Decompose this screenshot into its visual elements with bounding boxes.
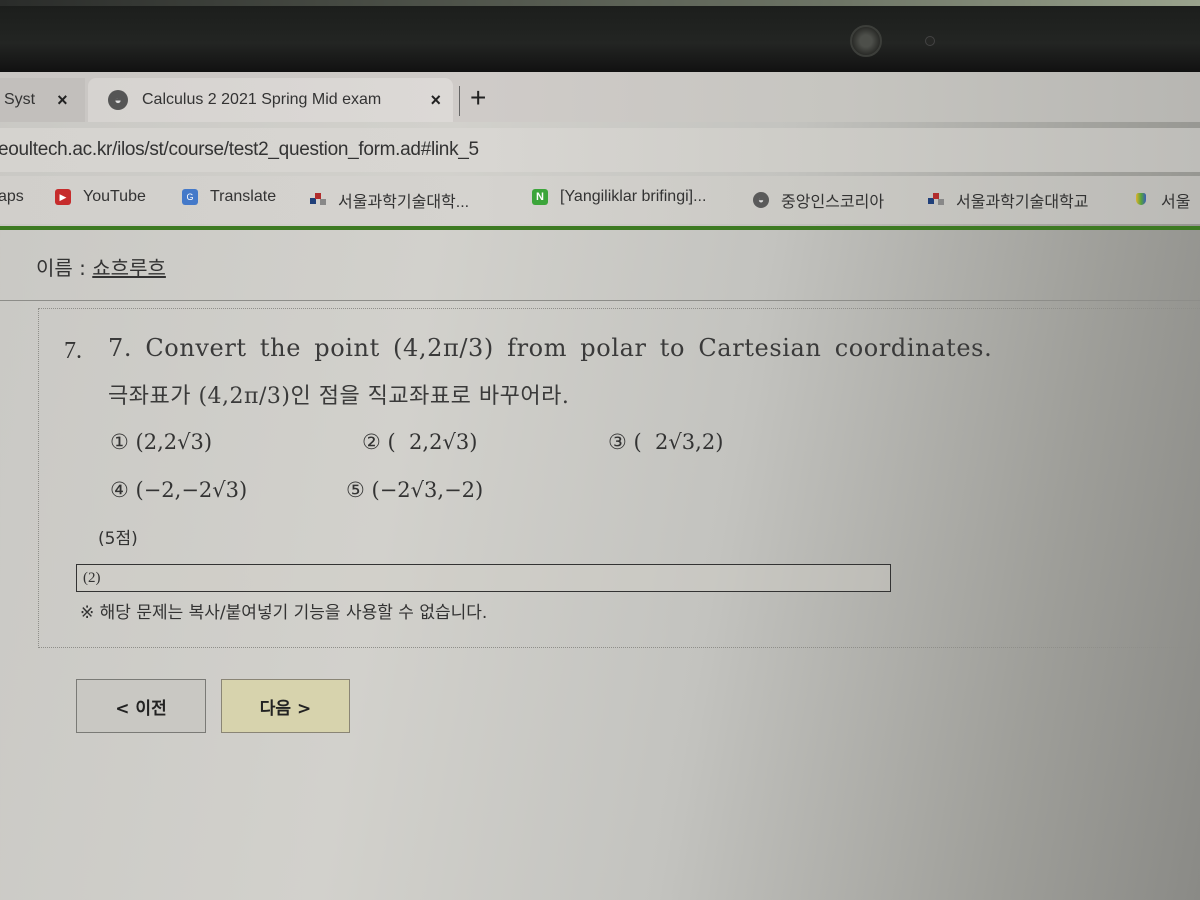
bookmark-seoultech[interactable]: 서울과학기술대학... [310,188,469,212]
screen-edge [0,0,1200,6]
bookmark-yangiliklar[interactable]: N [Yangiliklar brifingi]... [532,188,706,206]
globe-icon: ◒ [753,192,769,208]
close-icon[interactable]: × [430,90,441,111]
header-accent-line [0,226,1200,230]
question-text-en: 7. Convert the point (4,2π/3) from polar… [108,334,993,362]
divider [0,300,1200,301]
option-value: (2,2√3) [135,430,213,454]
laptop-bezel [0,0,1200,72]
student-name: 이름 : 쇼흐루흐 [36,252,166,281]
question-text-ko: 극좌표가 (4,2π/3)인 점을 직교좌표로 바꾸어라. [108,384,570,409]
webcam-icon [850,25,882,57]
name-value: 쇼흐루흐 [92,256,166,280]
next-button[interactable]: 다음 > [221,679,350,733]
url-text[interactable]: eoultech.ac.kr/ilos/st/course/test2_ques… [0,139,479,161]
bookmark-translate[interactable]: G Translate [182,188,276,206]
option-value: (−2√3,−2) [371,478,484,502]
option-5[interactable]: ⑤ (−2√3,−2) [346,478,483,502]
camera-led-icon [925,36,935,46]
close-icon[interactable]: × [57,90,68,111]
option-4[interactable]: ④ (−2,−2√3) [110,478,247,502]
answer-input[interactable]: (2) [76,564,891,592]
bookmark-label: Translate [210,188,277,205]
option-2[interactable]: ② ( 2,2√3) [362,430,477,454]
new-tab-button[interactable]: + [470,82,486,114]
tab-strip: Syst × ◒ Calculus 2 2021 Spring Mid exam… [0,72,1200,122]
address-bar[interactable]: eoultech.ac.kr/ilos/st/course/test2_ques… [0,128,1200,172]
tab-calculus-exam[interactable]: ◒ Calculus 2 2021 Spring Mid exam × [88,78,453,122]
option-marker: ⑤ [346,478,365,502]
tab-system[interactable]: Syst × [0,78,85,122]
tab-label: Syst [4,91,36,108]
option-value: (−2,−2√3) [135,478,248,502]
bookmark-seoul[interactable]: 서울 [1133,188,1190,212]
bookmark-label: 서울 [1161,194,1191,211]
youtube-icon: ▶ [55,189,71,205]
option-marker: ③ [608,430,627,454]
option-value: ( 2√3,2) [633,430,724,454]
bookmark-label: aps [0,188,24,205]
globe-icon: ◒ [108,90,128,110]
seoultech-icon [310,192,326,208]
option-marker: ④ [110,478,129,502]
previous-button[interactable]: < 이전 [76,679,206,733]
seoultech-icon [928,192,944,208]
hand-icon [1133,192,1149,208]
question-number: 7. [64,338,82,364]
bookmark-label: YouTube [83,188,146,205]
option-marker: ① [110,430,129,454]
option-marker: ② [362,430,381,454]
bookmark-label: 중앙인스코리아 [781,194,885,211]
translate-icon: G [182,189,198,205]
bookmark-apps[interactable]: aps [0,188,24,206]
bookmark-joongang[interactable]: ◒ 중앙인스코리아 [753,188,884,212]
bookmark-label: 서울과학기술대학교 [956,194,1089,211]
option-value: ( 2,2√3) [387,430,478,454]
bookmark-youtube[interactable]: ▶ YouTube [55,188,146,206]
question-points: (5점) [98,529,138,549]
option-3[interactable]: ③ ( 2√3,2) [608,430,723,454]
bookmark-seoultech-univ[interactable]: 서울과학기술대학교 [928,188,1088,212]
option-1[interactable]: ① (2,2√3) [110,430,212,454]
bookmark-label: 서울과학기술대학... [338,194,470,211]
name-label: 이름 : [36,256,93,280]
naver-icon: N [532,189,548,205]
bookmarks-bar: aps ▶ YouTube G Translate 서울과학기술대학... N … [0,176,1200,224]
bookmark-label: [Yangiliklar brifingi]... [560,188,707,205]
copy-paste-notice: ※ 해당 문제는 복사/붙여넣기 기능을 사용할 수 없습니다. [80,603,488,623]
tab-divider [459,86,460,116]
tab-label: Calculus 2 2021 Spring Mid exam [142,91,382,108]
